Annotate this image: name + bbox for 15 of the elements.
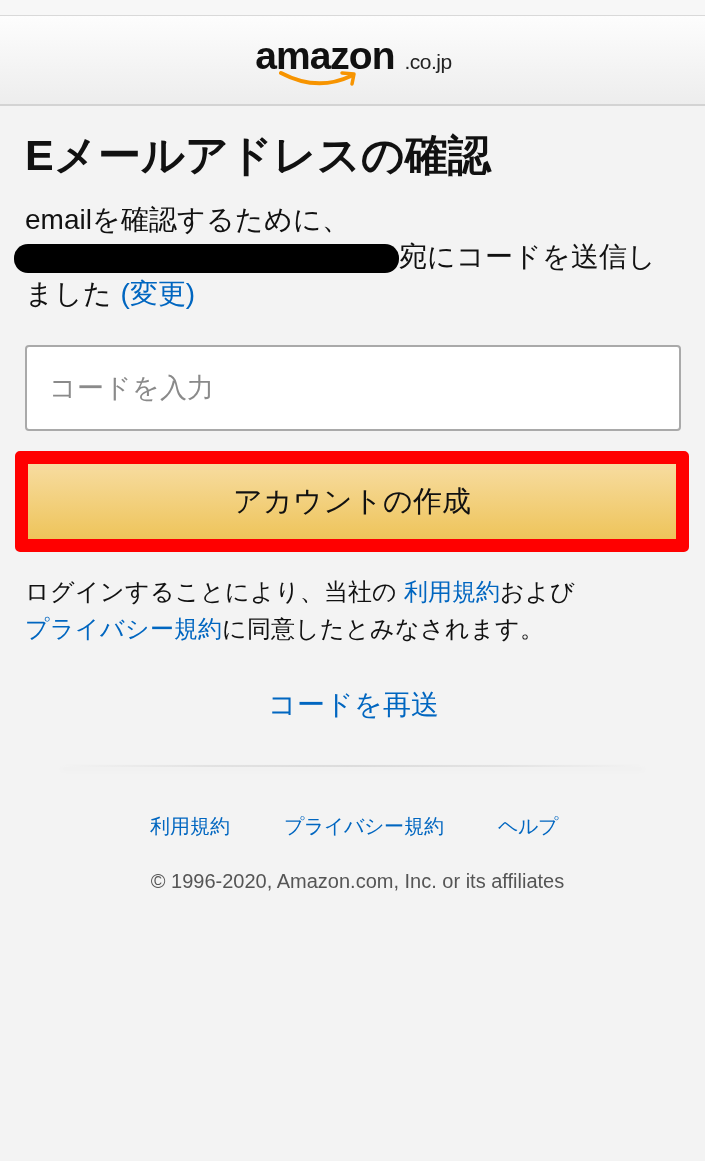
resend-code-link[interactable]: コードを再送 <box>267 686 439 723</box>
footer-link[interactable]: プライバシー規約 <box>283 812 444 840</box>
page-title: Eメールアドレスの確認 <box>25 130 493 180</box>
policy-link[interactable]: プライバシー規約 <box>25 615 222 642</box>
code-input[interactable]: コードを入力 <box>25 345 681 431</box>
verification-message: emailを確認するために、 宛にコードを送信しました (変更) <box>25 201 661 312</box>
domain-suffix: .co.jp <box>404 49 452 74</box>
policy-link[interactable]: 利用規約 <box>403 578 500 605</box>
change-link[interactable]: (変更) <box>120 278 196 309</box>
footer-link[interactable]: 利用規約 <box>149 812 230 840</box>
copyright-text: © 1996-2020, Amazon.com, Inc. or its affiliates <box>150 869 565 894</box>
footer-link[interactable]: ヘルプ <box>497 812 558 840</box>
logo-wordmark: amazon <box>255 35 395 75</box>
create-account-button[interactable]: アカウントの作成 <box>28 464 676 539</box>
legal-notice: ログインすることにより、当社の 利用規約および プライバシー規約に同意したとみなされます。 <box>25 577 576 644</box>
